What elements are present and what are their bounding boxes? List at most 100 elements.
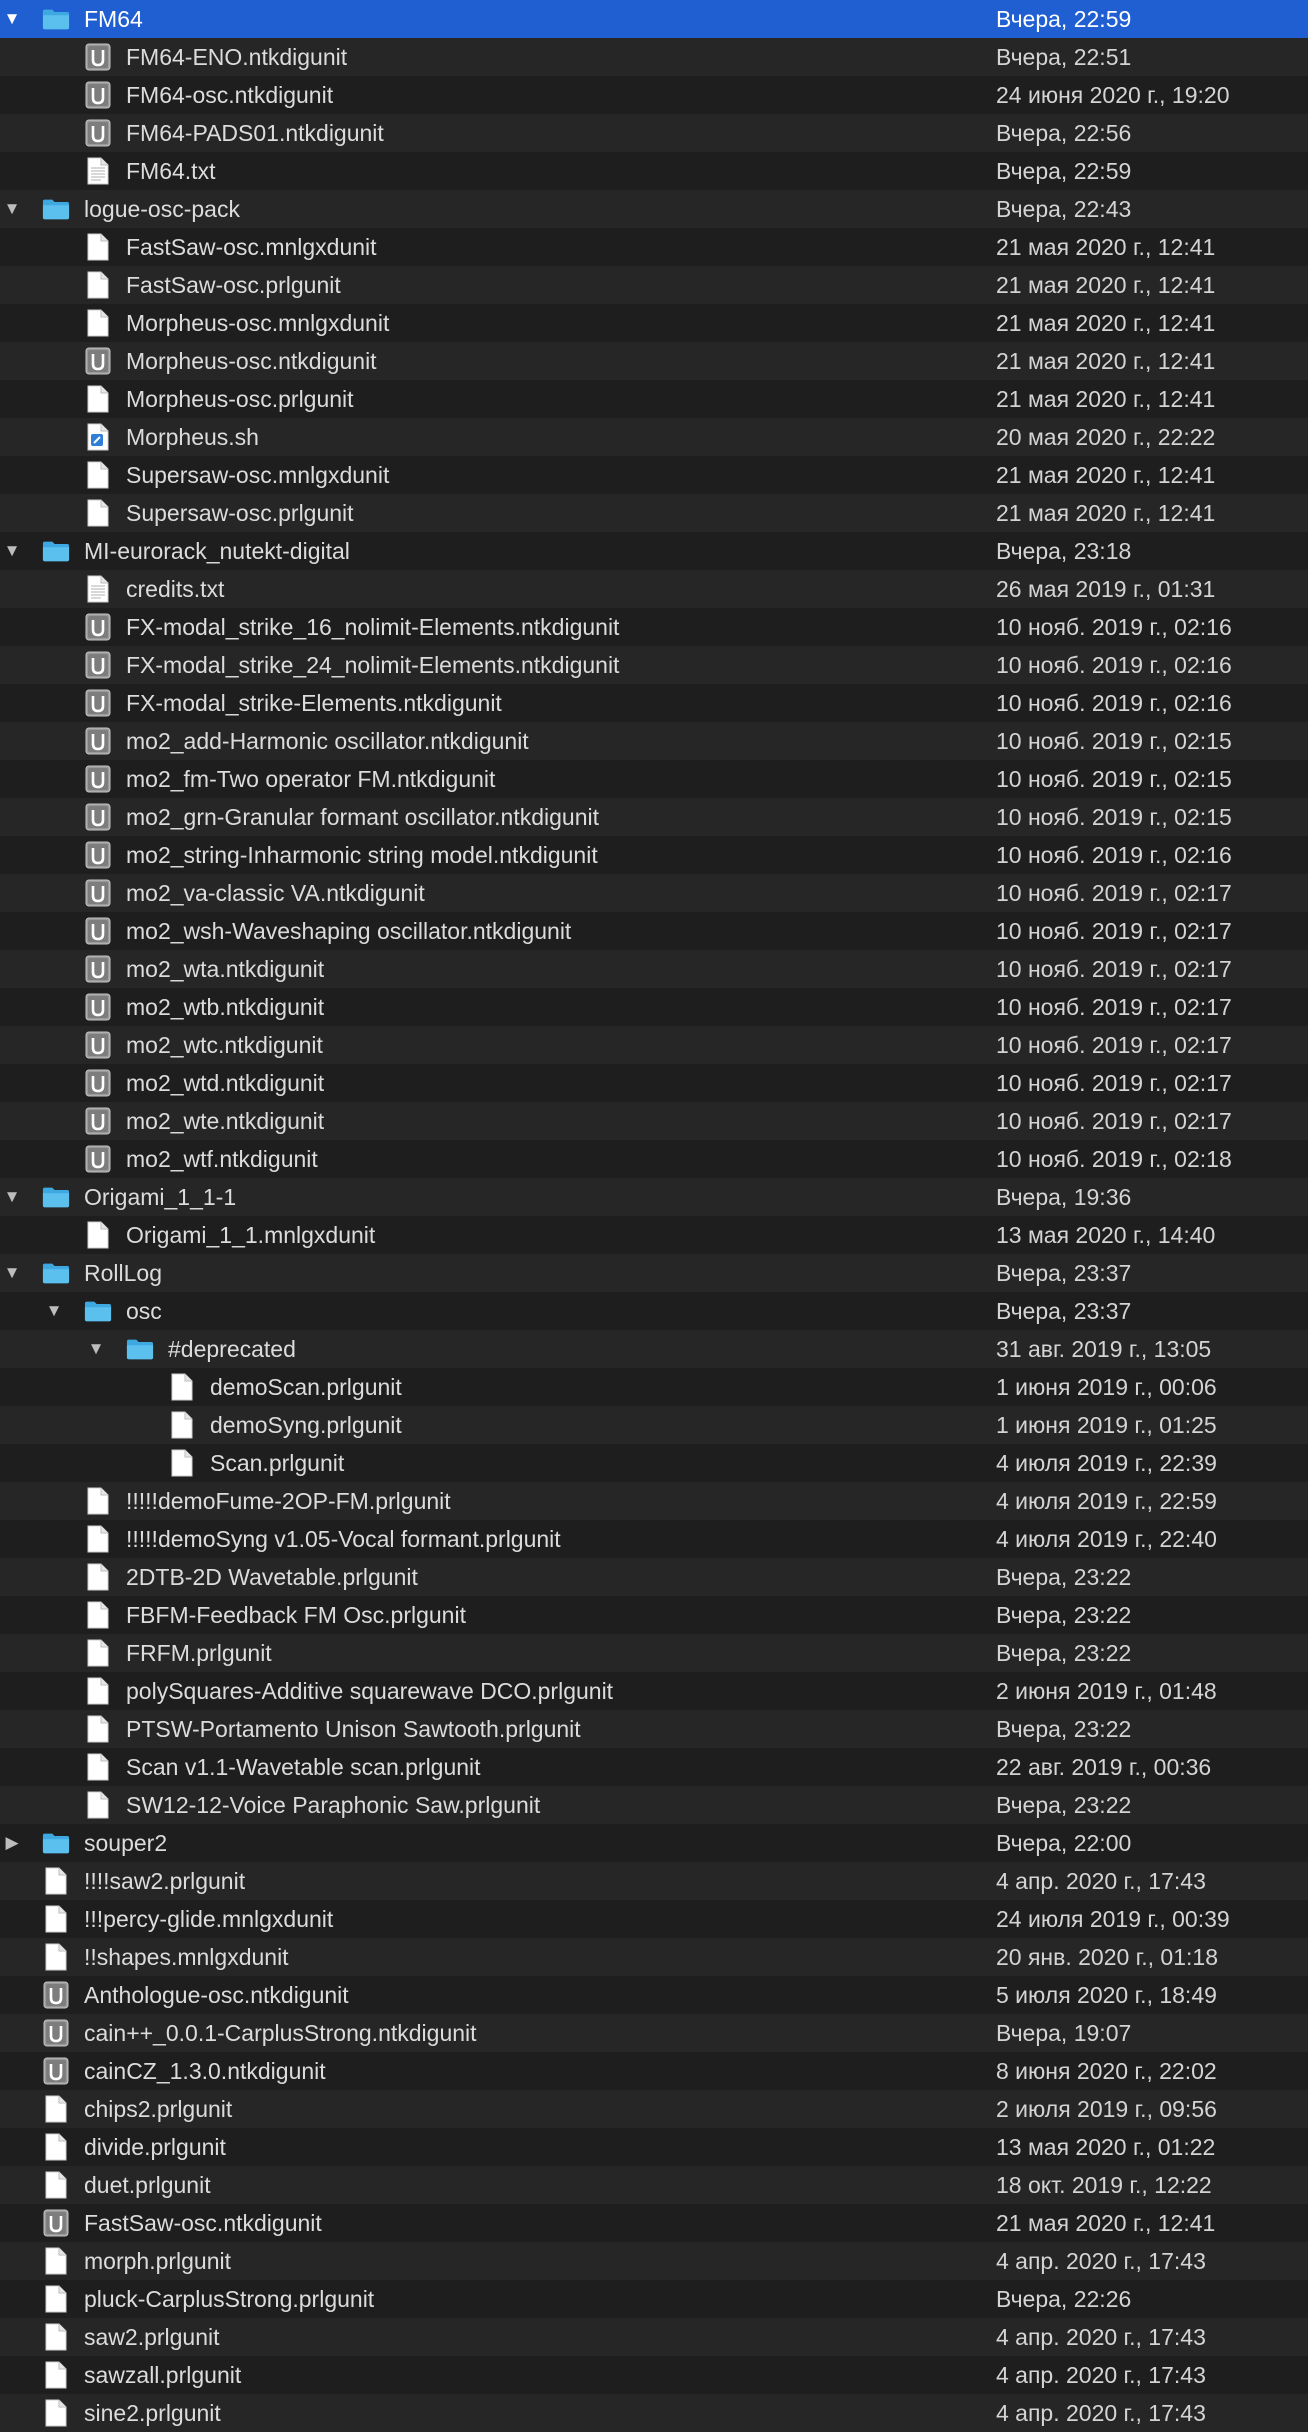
date-modified: 4 апр. 2020 г., 17:43 [996,2362,1206,2388]
disclosure-expanded-icon[interactable]: ▼ [2,532,22,570]
item-name: mo2_wta.ntkdigunit [126,956,325,982]
disclosure-collapsed-icon[interactable]: ▶ [2,1824,22,1862]
disclosure-expanded-icon[interactable]: ▼ [2,1254,22,1292]
file-row[interactable]: mo2_va-classic VA.ntkdigunit 10 нояб. 201… [0,874,1308,912]
file-row[interactable]: mo2_string-Inharmonic string model.ntkdi… [0,836,1308,874]
disclosure-expanded-icon[interactable]: ▼ [2,0,22,38]
disclosure-expanded-icon[interactable]: ▼ [86,1330,106,1368]
disclosure-expanded-icon[interactable]: ▼ [2,1178,22,1216]
file-row[interactable]: FastSaw-osc.ntkdigunit 21 мая 2020 г., 12… [0,2204,1308,2242]
file-row[interactable]: polySquares-Additive squarewave DCO.prlg… [0,1672,1308,1710]
folder-row[interactable]: ▼ Origami_1_1-1 Вчера, 19:36 [0,1178,1308,1216]
file-row[interactable]: Supersaw-osc.prlgunit 21 мая 2020 г., 12:… [0,494,1308,532]
file-row[interactable]: FM64.txt Вчера, 22:59 [0,152,1308,190]
file-row[interactable]: Scan v1.1-Wavetable scan.prlgunit 22 авг.… [0,1748,1308,1786]
file-row[interactable]: Morpheus-osc.mnlgxdunit 21 мая 2020 г., 1… [0,304,1308,342]
file-row[interactable]: Anthologue-osc.ntkdigunit 5 июля 2020 г.,… [0,1976,1308,2014]
disclosure-expanded-icon[interactable]: ▼ [44,1292,64,1330]
file-row[interactable]: !!shapes.mnlgxdunit 20 янв. 2020 г., 01:1… [0,1938,1308,1976]
file-row[interactable]: FM64-osc.ntkdigunit 24 июня 2020 г., 19:2… [0,76,1308,114]
file-row[interactable]: FX-modal_strike_16_nolimit-Elements.ntkd… [0,608,1308,646]
document-icon [84,1753,112,1781]
file-row[interactable]: morph.prlgunit 4 апр. 2020 г., 17:43 [0,2242,1308,2280]
folder-row[interactable]: ▼ RollLog Вчера, 23:37 [0,1254,1308,1292]
file-row[interactable]: demoScan.prlgunit 1 июня 2019 г., 00:06 [0,1368,1308,1406]
item-name: mo2_wtd.ntkdigunit [126,1070,325,1096]
file-row[interactable]: mo2_wta.ntkdigunit 10 нояб. 2019 г., 02:1… [0,950,1308,988]
file-row[interactable]: FRFM.prlgunit Вчера, 23:22 [0,1634,1308,1672]
unit-file-icon [84,651,112,679]
document-icon [42,1867,70,1895]
date-modified: 10 нояб. 2019 г., 02:15 [996,804,1232,830]
file-row[interactable]: mo2_wtb.ntkdigunit 10 нояб. 2019 г., 02:1… [0,988,1308,1026]
file-row[interactable]: Morpheus.sh 20 мая 2020 г., 22:22 [0,418,1308,456]
folder-row[interactable]: ▼ FM64 Вчера, 22:59 [0,0,1308,38]
file-row[interactable]: duet.prlgunit 18 окт. 2019 г., 12:22 [0,2166,1308,2204]
file-row[interactable]: PTSW-Portamento Unison Sawtooth.prlgunit… [0,1710,1308,1748]
file-row[interactable]: FM64-ENO.ntkdigunit Вчера, 22:51 [0,38,1308,76]
file-row[interactable]: Morpheus-osc.ntkdigunit 21 мая 2020 г., 1… [0,342,1308,380]
file-row[interactable]: SW12-12-Voice Paraphonic Saw.prlgunit Вче… [0,1786,1308,1824]
document-icon [84,461,112,489]
file-row[interactable]: FM64-PADS01.ntkdigunit Вчера, 22:56 [0,114,1308,152]
file-row[interactable]: mo2_fm-Two operator FM.ntkdigunit 10 нояб… [0,760,1308,798]
item-name: saw2.prlgunit [84,2324,220,2350]
item-name: Morpheus-osc.prlgunit [126,386,354,412]
file-row[interactable]: FX-modal_strike-Elements.ntkdigunit 10 но… [0,684,1308,722]
item-name: 2DTB-2D Wavetable.prlgunit [126,1564,418,1590]
file-row[interactable]: !!!!!demoSyng v1.05-Vocal formant.prlgun… [0,1520,1308,1558]
item-name: Morpheus-osc.ntkdigunit [126,348,377,374]
folder-row[interactable]: ▼ #deprecated 31 авг. 2019 г., 13:05 [0,1330,1308,1368]
folder-row[interactable]: ▼ logue-osc-pack Вчера, 22:43 [0,190,1308,228]
file-row[interactable]: saw2.prlgunit 4 апр. 2020 г., 17:43 [0,2318,1308,2356]
file-row[interactable]: mo2_wtd.ntkdigunit 10 нояб. 2019 г., 02:1… [0,1064,1308,1102]
item-name: mo2_wte.ntkdigunit [126,1108,325,1134]
item-name: duet.prlgunit [84,2172,211,2198]
file-row[interactable]: !!!percy-glide.mnlgxdunit 24 июля 2019 г.… [0,1900,1308,1938]
document-icon [84,1639,112,1667]
file-row[interactable]: Supersaw-osc.mnlgxdunit 21 мая 2020 г., 1… [0,456,1308,494]
file-row[interactable]: mo2_wtf.ntkdigunit 10 нояб. 2019 г., 02:1… [0,1140,1308,1178]
file-row[interactable]: cainCZ_1.3.0.ntkdigunit 8 июня 2020 г., 2… [0,2052,1308,2090]
date-modified: Вчера, 19:07 [996,2020,1132,2046]
file-row[interactable]: !!!!saw2.prlgunit 4 апр. 2020 г., 17:43 [0,1862,1308,1900]
file-row[interactable]: !!!!!demoFume-2OP-FM.prlgunit 4 июля 2019… [0,1482,1308,1520]
file-row[interactable]: sawzall.prlgunit 4 апр. 2020 г., 17:43 [0,2356,1308,2394]
item-name: FastSaw-osc.prlgunit [126,272,341,298]
file-row[interactable]: 2DTB-2D Wavetable.prlgunit Вчера, 23:22 [0,1558,1308,1596]
document-icon [84,1601,112,1629]
date-modified: Вчера, 22:26 [996,2286,1132,2312]
item-name: !!shapes.mnlgxdunit [84,1944,289,1970]
file-row[interactable]: sine2.prlgunit 4 апр. 2020 г., 17:43 [0,2394,1308,2432]
file-row[interactable]: credits.txt 26 мая 2019 г., 01:31 [0,570,1308,608]
file-row[interactable]: Scan.prlgunit 4 июля 2019 г., 22:39 [0,1444,1308,1482]
file-row[interactable]: cain++_0.0.1-CarplusStrong.ntkdigunit Вче… [0,2014,1308,2052]
file-row[interactable]: pluck-CarplusStrong.prlgunit Вчера, 22:26 [0,2280,1308,2318]
document-icon [42,2095,70,2123]
file-row[interactable]: Origami_1_1.mnlgxdunit 13 мая 2020 г., 14… [0,1216,1308,1254]
unit-file-icon [84,917,112,945]
file-row[interactable]: FastSaw-osc.prlgunit 21 мая 2020 г., 12:4… [0,266,1308,304]
file-row[interactable]: mo2_wte.ntkdigunit 10 нояб. 2019 г., 02:1… [0,1102,1308,1140]
folder-row[interactable]: ▶ souper2 Вчера, 22:00 [0,1824,1308,1862]
file-row[interactable]: mo2_wsh-Waveshaping oscillator.ntkdiguni… [0,912,1308,950]
date-modified: 13 мая 2020 г., 01:22 [996,2134,1216,2160]
file-row[interactable]: mo2_wtc.ntkdigunit 10 нояб. 2019 г., 02:1… [0,1026,1308,1064]
disclosure-expanded-icon[interactable]: ▼ [2,190,22,228]
file-row[interactable]: FX-modal_strike_24_nolimit-Elements.ntkd… [0,646,1308,684]
file-row[interactable]: Morpheus-osc.prlgunit 21 мая 2020 г., 12:… [0,380,1308,418]
unit-file-icon [84,879,112,907]
file-row[interactable]: divide.prlgunit 13 мая 2020 г., 01:22 [0,2128,1308,2166]
date-modified: 1 июня 2019 г., 00:06 [996,1374,1217,1400]
file-row[interactable]: demoSyng.prlgunit 1 июня 2019 г., 01:25 [0,1406,1308,1444]
file-row[interactable]: mo2_grn-Granular formant oscillator.ntkd… [0,798,1308,836]
date-modified: 10 нояб. 2019 г., 02:18 [996,1146,1232,1172]
file-row[interactable]: chips2.prlgunit 2 июля 2019 г., 09:56 [0,2090,1308,2128]
file-row[interactable]: FBFM-Feedback FM Osc.prlgunit Вчера, 23:2… [0,1596,1308,1634]
date-modified: 4 июля 2019 г., 22:39 [996,1450,1217,1476]
item-name: cain++_0.0.1-CarplusStrong.ntkdigunit [84,2020,477,2046]
folder-row[interactable]: ▼ MI-eurorack_nutekt-digital Вчера, 23:18 [0,532,1308,570]
file-row[interactable]: FastSaw-osc.mnlgxdunit 21 мая 2020 г., 12… [0,228,1308,266]
folder-row[interactable]: ▼ osc Вчера, 23:37 [0,1292,1308,1330]
file-row[interactable]: mo2_add-Harmonic oscillator.ntkdigunit 10… [0,722,1308,760]
